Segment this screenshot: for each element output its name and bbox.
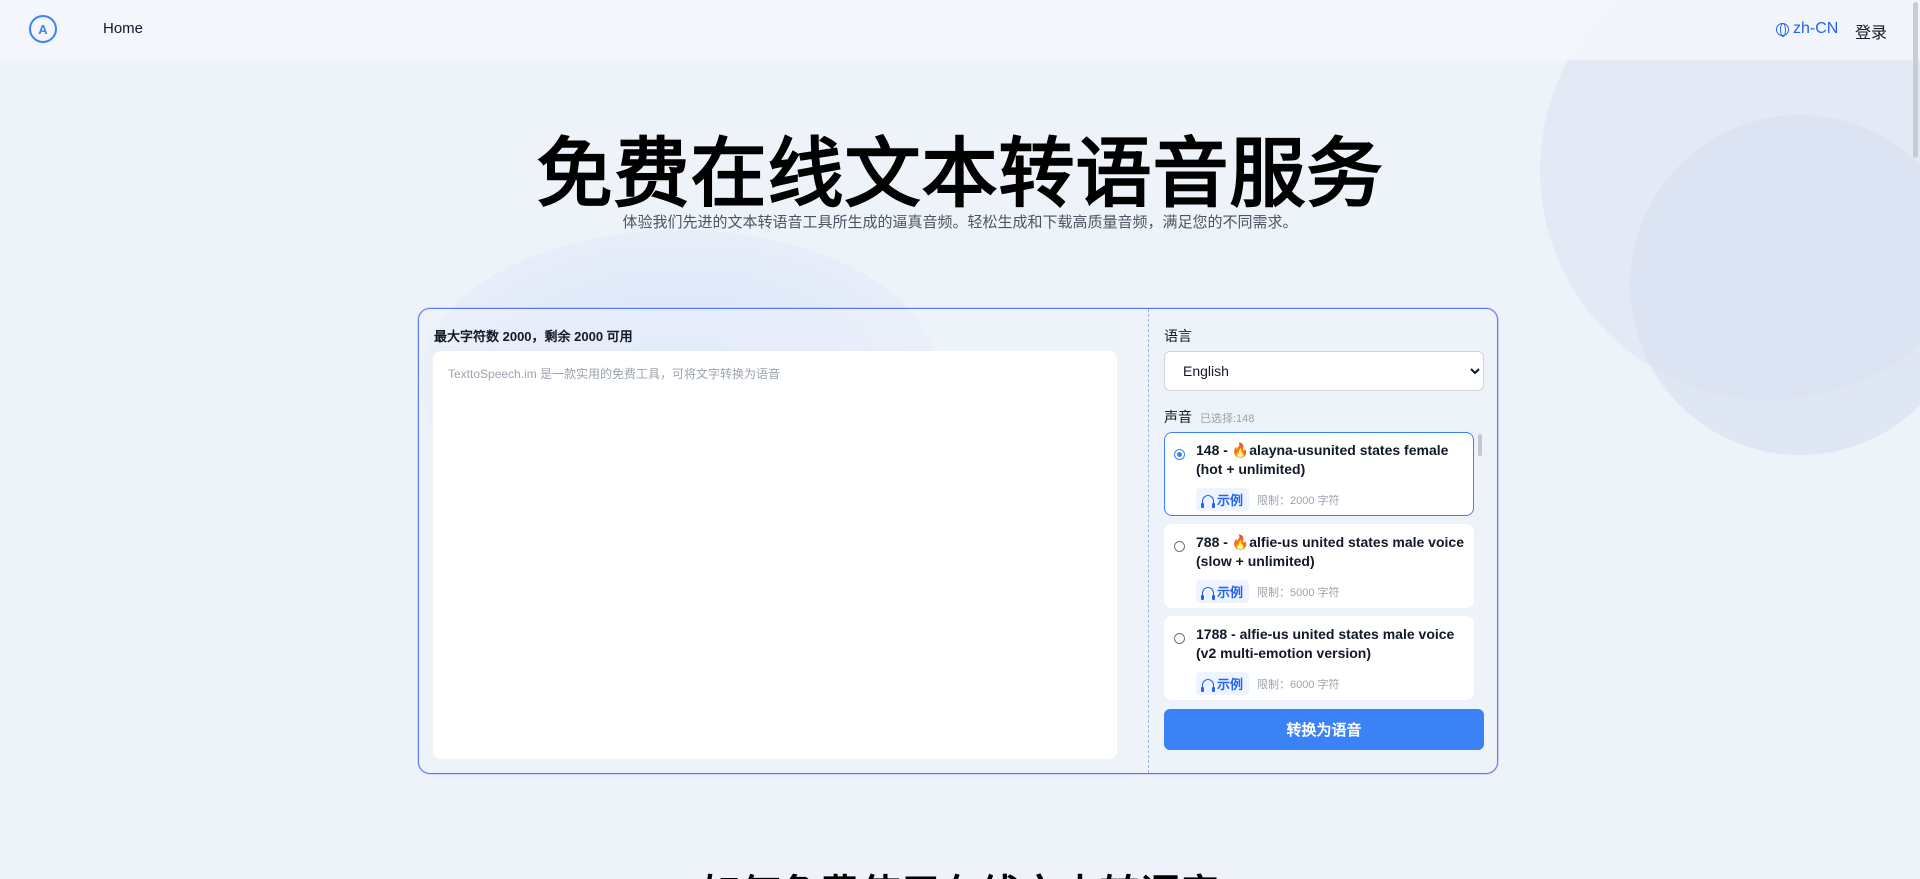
voice-list-scrollbar[interactable] (1478, 434, 1482, 456)
settings-column: 语言 English 声音 已选择:148 148 - 🔥alayna-usuni… (1164, 309, 1484, 773)
language-switcher[interactable]: zh-CN (1776, 20, 1838, 38)
char-count-info: 最大字符数 2000，剩余 2000 可用 (434, 329, 633, 344)
top-navbar: A Home zh-CN 登录 (0, 0, 1920, 60)
nav-home-link[interactable]: Home (103, 20, 143, 37)
panel-divider (1148, 309, 1149, 773)
voice-list[interactable]: 148 - 🔥alayna-usunited states female (ho… (1164, 432, 1484, 704)
voice-header: 声音 已选择:148 (1164, 407, 1254, 427)
sample-button[interactable]: 示例 (1196, 580, 1250, 603)
voice-meta: 示例 限制：2000 字符 (1196, 488, 1340, 511)
page-subtitle: 体验我们先进的文本转语音工具所生成的逼真音频。轻松生成和下载高质量音频，满足您的… (622, 214, 1298, 231)
logo-icon[interactable]: A (29, 15, 57, 43)
headphone-icon (1201, 586, 1215, 600)
voice-limit: 限制：5000 字符 (1257, 586, 1340, 599)
sample-button[interactable]: 示例 (1196, 672, 1250, 695)
voice-option[interactable]: 148 - 🔥alayna-usunited states female (ho… (1164, 432, 1474, 516)
login-button[interactable]: 登录 (1855, 19, 1887, 43)
voice-option[interactable]: 788 - 🔥alfie-us united states male voice… (1164, 524, 1474, 608)
headphone-icon (1201, 494, 1215, 508)
voice-option[interactable]: 1788 - alfie-us united states male voice… (1164, 616, 1474, 700)
voice-name: 788 - 🔥alfie-us united states male voice… (1196, 534, 1464, 569)
text-input[interactable] (433, 351, 1117, 759)
voice-radio[interactable] (1174, 541, 1185, 552)
voice-limit: 限制：2000 字符 (1257, 494, 1340, 507)
section-title: 如何免费使用在线文本转语音 (0, 862, 1920, 879)
globe-icon (1776, 22, 1789, 37)
convert-to-speech-button[interactable]: 转换为语音 (1164, 709, 1484, 750)
sample-label: 示例 (1217, 493, 1244, 508)
voice-selected-count: 已选择:148 (1200, 413, 1255, 425)
voice-radio[interactable] (1174, 633, 1185, 644)
sample-label: 示例 (1217, 585, 1244, 600)
language-label: 语言 (1164, 328, 1192, 344)
sample-label: 示例 (1217, 677, 1244, 692)
sample-button[interactable]: 示例 (1196, 488, 1250, 511)
logo-text: A (38, 21, 48, 37)
voice-name: 1788 - alfie-us united states male voice… (1196, 626, 1455, 661)
language-switcher-label: zh-CN (1793, 20, 1839, 37)
page-title: 免费在线文本转语音服务 (536, 132, 1384, 217)
tts-panel: 最大字符数 2000，剩余 2000 可用 语言 English 声音已选择:1… (418, 308, 1498, 774)
voice-meta: 示例 限制：5000 字符 (1196, 580, 1340, 603)
headphone-icon (1201, 678, 1215, 692)
voice-label: 声音 (1164, 409, 1192, 425)
voice-limit: 限制：6000 字符 (1257, 678, 1340, 691)
voice-radio[interactable] (1174, 449, 1185, 460)
voice-meta: 示例 限制：6000 字符 (1196, 672, 1340, 695)
language-select[interactable]: English (1164, 351, 1484, 391)
voice-name: 148 - 🔥alayna-usunited states female (ho… (1196, 442, 1449, 477)
page-scrollbar[interactable] (1913, 2, 1918, 158)
